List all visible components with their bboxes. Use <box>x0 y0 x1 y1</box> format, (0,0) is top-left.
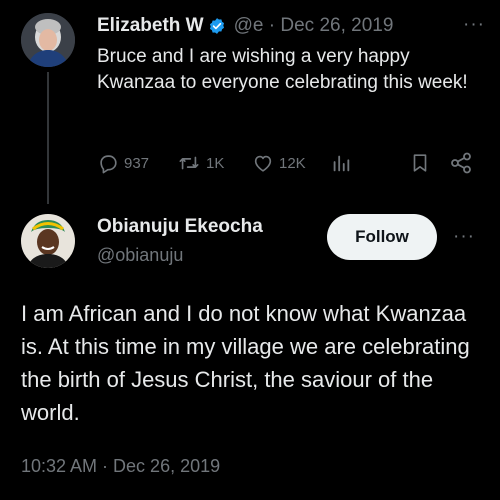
like-icon <box>254 155 272 172</box>
tweet-timestamp[interactable]: 10:32 AM · Dec 26, 2019 <box>21 456 220 477</box>
avatar[interactable] <box>21 13 75 67</box>
reply-count: 937 <box>124 154 150 172</box>
bookmark-icon <box>413 154 427 172</box>
author-handle[interactable]: @obianuju <box>97 245 183 266</box>
repost-button[interactable]: 1K <box>177 150 224 176</box>
avatar-image <box>21 214 75 268</box>
repost-count: 1K <box>206 154 225 172</box>
more-options-icon[interactable]: ··· <box>453 226 475 248</box>
follow-button[interactable]: Follow <box>327 214 437 260</box>
like-button[interactable]: 12K <box>252 150 306 176</box>
repost-icon <box>179 156 199 170</box>
author-name[interactable]: Obianuju Ekeocha <box>97 216 263 238</box>
author-handle[interactable]: @e <box>234 15 264 36</box>
author-name[interactable]: Elizabeth W <box>97 15 204 37</box>
thread-connector-line <box>47 72 49 204</box>
views-button[interactable] <box>330 150 352 176</box>
more-options-icon[interactable]: ··· <box>463 14 485 36</box>
parent-tweet-header: Elizabeth W @e · Dec 26, 2019 ··· <box>97 12 487 40</box>
reply-button[interactable]: 937 <box>97 150 149 176</box>
bookmark-button[interactable] <box>409 150 431 176</box>
verified-badge-icon <box>208 17 226 35</box>
avatar[interactable] <box>21 214 75 268</box>
tweet-date[interactable]: Dec 26, 2019 <box>280 15 393 36</box>
reply-tweet-text: I am African and I do not know what Kwan… <box>21 301 470 425</box>
separator-dot: · <box>268 15 276 36</box>
like-count: 12K <box>279 154 306 172</box>
parent-tweet-text: Bruce and I are wishing a very happy Kwa… <box>97 46 468 93</box>
share-button[interactable] <box>449 150 473 176</box>
views-icon <box>333 155 350 172</box>
share-icon <box>451 152 471 174</box>
tweet-actions-bar: 937 1K 12K <box>97 150 487 176</box>
reply-icon <box>100 155 117 174</box>
handle-date: @e · Dec 26, 2019 <box>234 15 394 37</box>
avatar-image <box>21 13 75 67</box>
